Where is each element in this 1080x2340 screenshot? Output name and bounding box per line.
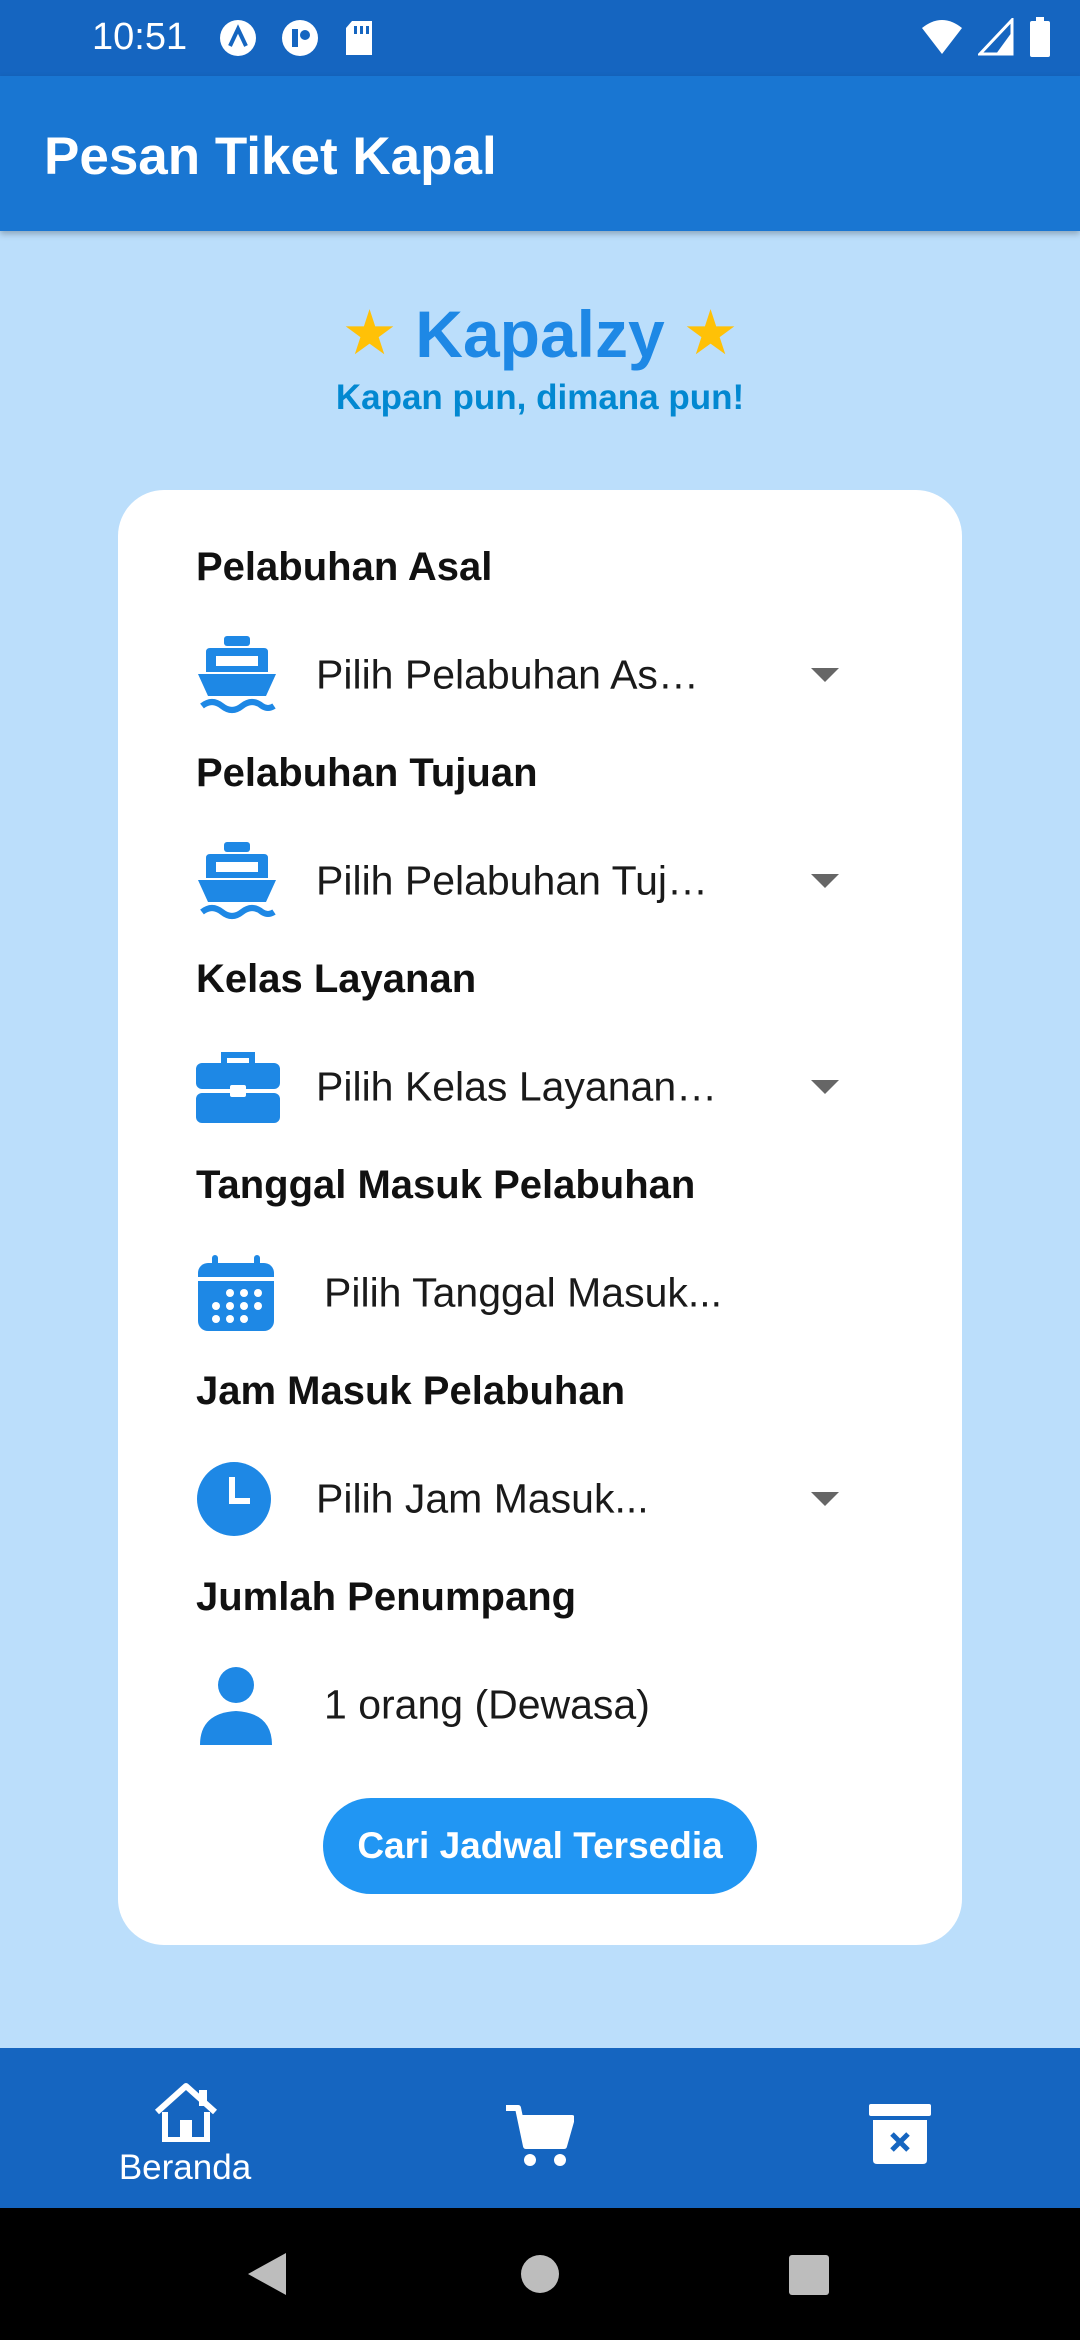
system-navigation-bar <box>0 2208 1080 2340</box>
passenger-count-label: Jumlah Penumpang <box>196 1575 577 1619</box>
nav-cancel-history[interactable] <box>720 2048 1080 2208</box>
battery-icon <box>1030 17 1050 57</box>
app-bar: Pesan Tiket Kapal <box>0 76 1080 231</box>
status-bar: 10:51 <box>0 0 1080 76</box>
entry-date-label: Tanggal Masuk Pelabuhan <box>196 1163 696 1207</box>
origin-port-value: Pilih Pelabuhan As… <box>316 651 699 698</box>
entry-date-value: Pilih Tanggal Masuk... <box>324 1269 723 1316</box>
nav-home-label: Beranda <box>118 2148 252 2187</box>
bottom-navigation: Beranda <box>0 2048 1080 2208</box>
cart-icon <box>506 2105 574 2166</box>
brand-name: Kapalzy <box>415 297 665 371</box>
signal-icon <box>978 18 1014 56</box>
nav-cart[interactable] <box>360 2048 720 2208</box>
app-a-icon <box>220 20 256 56</box>
entry-time-dropdown[interactable]: Pilih Jam Masuk... <box>196 1449 966 1549</box>
star-icon: ★ <box>682 299 739 368</box>
recents-icon[interactable] <box>789 2255 829 2295</box>
home-icon <box>154 2083 218 2142</box>
status-time: 10:51 <box>92 16 188 58</box>
passenger-count-field[interactable]: 1 orang (Dewasa) <box>196 1655 966 1755</box>
destination-port-dropdown[interactable]: Pilih Pelabuhan Tuj… <box>196 831 966 931</box>
star-icon: ★ <box>341 299 398 368</box>
calendar-icon <box>198 1255 274 1331</box>
status-notification-icons <box>218 18 376 58</box>
ship-icon <box>198 636 276 713</box>
service-class-label: Kelas Layanan <box>196 957 477 1001</box>
origin-port-dropdown[interactable]: Pilih Pelabuhan As… <box>196 625 966 725</box>
entry-time-label: Jam Masuk Pelabuhan <box>196 1369 626 1413</box>
booking-form-card: Pelabuhan Asal Pilih Pelabuhan As… Pelab… <box>118 490 962 1945</box>
chevron-down-icon <box>811 668 839 682</box>
service-class-dropdown[interactable]: Pilih Kelas Layanan… <box>196 1037 966 1137</box>
service-class-value: Pilih Kelas Layanan… <box>316 1063 718 1110</box>
wifi-icon <box>922 20 962 54</box>
home-button-icon[interactable] <box>520 2254 560 2294</box>
briefcase-icon <box>196 1052 280 1123</box>
chevron-down-icon <box>811 1080 839 1094</box>
nav-home[interactable]: Beranda <box>5 2048 365 2208</box>
person-icon <box>200 1667 272 1745</box>
brand-tagline: Kapan pun, dimana pun! <box>335 378 745 417</box>
chevron-down-icon <box>811 874 839 888</box>
sd-card-icon <box>346 21 372 55</box>
destination-port-label: Pelabuhan Tujuan <box>196 751 538 795</box>
app-round-icon <box>282 20 318 56</box>
delete-box-icon <box>869 2104 931 2164</box>
destination-port-value: Pilih Pelabuhan Tuj… <box>316 857 709 904</box>
status-system-icons <box>920 16 1052 58</box>
search-schedule-button[interactable]: Cari Jadwal Tersedia <box>323 1798 757 1894</box>
clock-icon <box>197 1462 271 1536</box>
chevron-down-icon <box>811 1492 839 1506</box>
origin-port-label: Pelabuhan Asal <box>196 545 493 589</box>
ship-icon <box>198 842 276 919</box>
entry-date-picker[interactable]: Pilih Tanggal Masuk... <box>196 1243 966 1343</box>
back-icon[interactable] <box>246 2251 288 2297</box>
app-title: Pesan Tiket Kapal <box>44 127 497 186</box>
brand-header: ★ Kapalzy ★ Kapan pun, dimana pun! <box>0 296 1080 418</box>
passenger-count-value: 1 orang (Dewasa) <box>324 1681 650 1728</box>
entry-time-value: Pilih Jam Masuk... <box>316 1475 649 1522</box>
